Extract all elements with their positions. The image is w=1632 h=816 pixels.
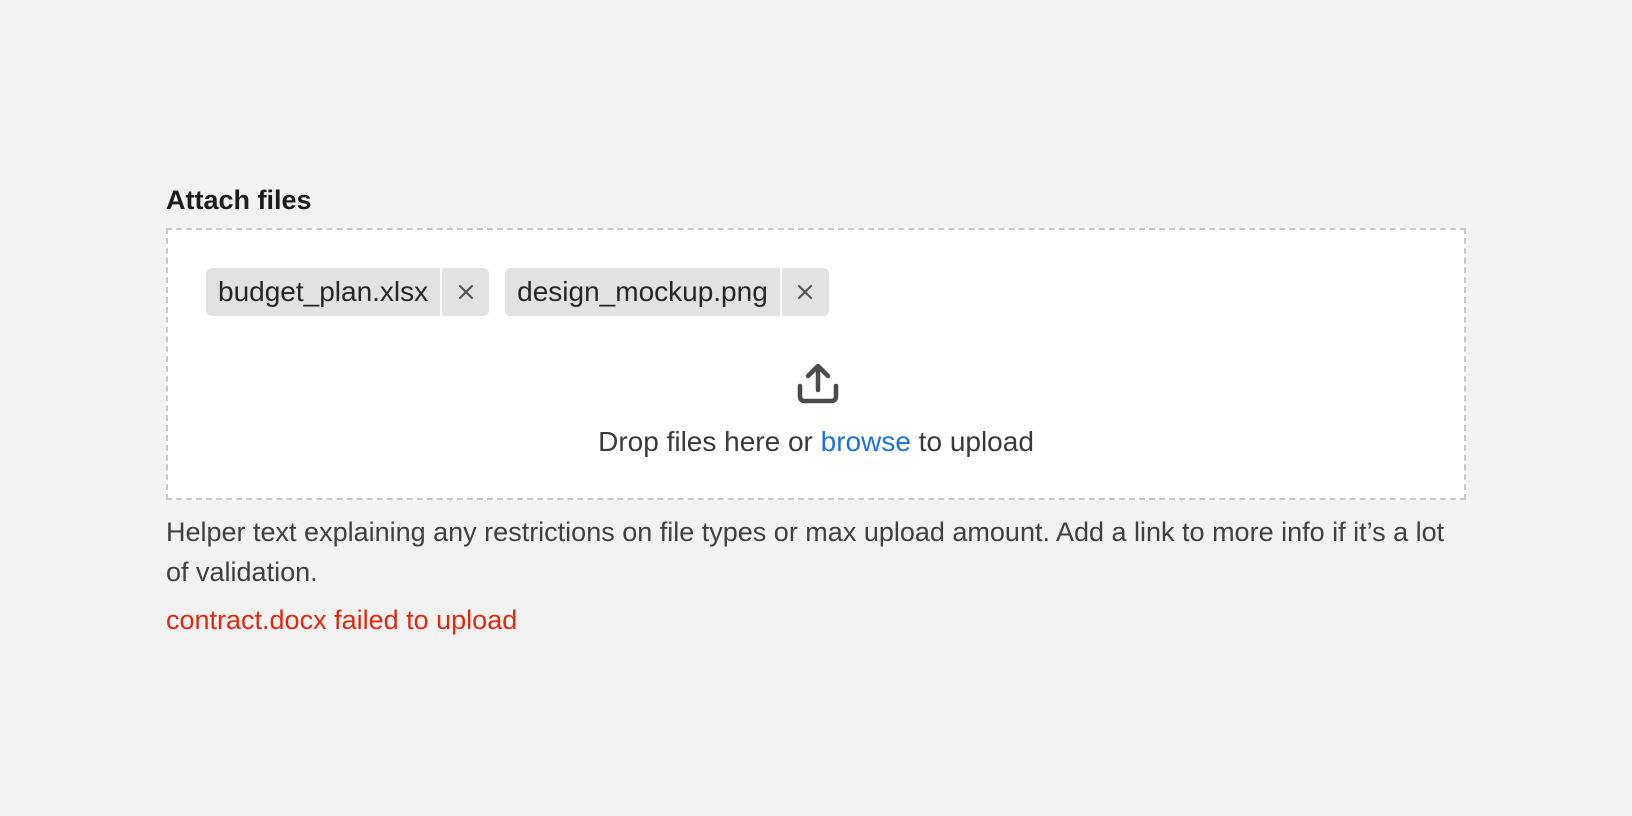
drop-instructions: Drop files here or browse to upload (168, 426, 1464, 458)
file-chip: design_mockup.png (505, 268, 829, 316)
field-label: Attach files (166, 185, 312, 215)
remove-file-button[interactable] (440, 268, 489, 316)
error-message: contract.docx failed to upload (166, 605, 518, 635)
remove-file-button[interactable] (779, 268, 829, 316)
file-dropzone[interactable]: budget_plan.xlsx design_mockup.png Drop … (166, 228, 1466, 500)
drop-text-before: Drop files here or (598, 426, 821, 457)
file-chip: budget_plan.xlsx (206, 268, 490, 316)
close-icon (458, 284, 473, 300)
browse-link[interactable]: browse (821, 426, 911, 457)
helper-text: Helper text explaining any restrictions … (166, 517, 1445, 587)
file-chip-name: design_mockup.png (517, 276, 768, 307)
close-icon (798, 284, 813, 300)
drop-text-after: to upload (910, 426, 1034, 457)
file-chip-name: budget_plan.xlsx (218, 276, 429, 307)
upload-icon (797, 363, 839, 404)
file-chip-list: budget_plan.xlsx design_mockup.png (206, 268, 829, 316)
file-upload-field: Attach files budget_plan.xlsx design_moc… (166, 180, 1466, 640)
